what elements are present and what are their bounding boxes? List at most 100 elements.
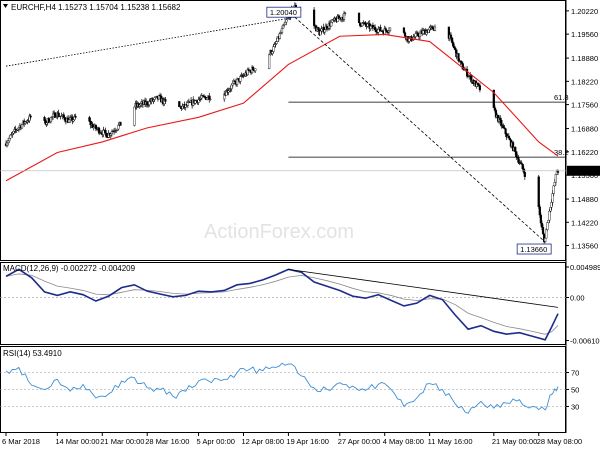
candle-body [373,26,377,31]
candle-body [63,117,66,121]
price-annotation-label: 1.13660 [520,245,547,254]
candle-body [549,207,552,212]
macd-pane [0,262,566,345]
time-tick-label: 6 Mar 2018 [2,437,40,446]
candle-body [457,53,460,62]
current-price-label: 1.15682 [570,167,597,176]
candle-body [12,130,15,134]
candle-body [9,134,12,139]
candle-body [278,33,281,39]
candle-body [344,12,347,14]
candle-body [49,117,53,122]
time-tick-label: 14 Mar 00:00 [55,437,99,446]
candle-body [428,27,431,31]
macd-tick-label: 0.004989 [570,263,600,272]
candle-body [364,22,367,26]
candle-body [358,22,362,26]
candle-body [550,202,553,208]
time-tick-label: 28 Mar 16:00 [145,437,189,446]
chart-svg: ActionForex.com 61.8 38.2 1.20220 1.19560 1… [0,0,600,446]
price-tick-label: 1.19560 [571,30,598,39]
candle-body [164,99,167,102]
candle-body [62,114,65,118]
time-tick-label: 19 Apr 16:00 [286,437,329,446]
candle-body [556,171,560,173]
candle-body [7,140,10,144]
candle-body [109,133,112,136]
candle-body [104,130,107,134]
candle-body [206,97,209,100]
candle-body [384,28,387,31]
candle-body [342,13,346,20]
candle-body [452,42,455,47]
candle-body [231,82,234,86]
time-tick-label: 4 May 08:00 [383,437,424,446]
candle-body [97,127,101,134]
time-tick-label: 21 Mar 00:00 [100,437,144,446]
macd-pane-title: MACD(12,26,9) -0.002272 -0.004209 [3,264,136,273]
price-tick-label: 1.16220 [571,148,598,157]
candle-body [105,132,108,138]
candle-body [551,193,554,203]
candle-body [88,117,91,122]
candle-body [254,68,257,71]
candle-body [252,67,255,71]
price-pane-title: EURCHF,H4 1.15273 1.15704 1.15238 1.1568… [11,3,181,12]
candle-body [548,210,551,221]
candle-body [547,219,550,223]
candle-body [57,112,60,117]
candle-body [239,76,242,82]
watermark: ActionForex.com [204,221,354,243]
candle-body [538,206,541,216]
candle-body [369,25,372,29]
candle-body [379,26,382,32]
candle-body [553,182,556,187]
candle-body [153,97,156,100]
candle-body [117,124,120,130]
candle-body [43,116,46,121]
candle-body [319,30,322,36]
candle-body [181,105,184,109]
fib-level-label: 61.8 [554,93,569,102]
candle-body [317,27,320,31]
candle-body [280,28,284,33]
candle-body [312,9,316,26]
candle-body [186,102,189,106]
candle-body [388,27,392,31]
candle-body [178,101,181,108]
candle-body [119,121,122,126]
candle-body [517,157,520,163]
time-tick-label: 27 Apr 00:00 [338,437,381,446]
price-annotation-label: 1.20040 [270,8,297,17]
candle-body [94,124,97,129]
candle-body [459,60,462,63]
candle-body [45,122,48,125]
candle-body [450,37,454,43]
price-tick-label: 1.16880 [571,125,598,134]
macd-tick-label: -0.006108 [570,337,600,346]
candle-body [504,128,507,135]
candle-body [554,174,557,183]
price-tick-label: 1.18880 [571,54,598,63]
candle-body [330,22,333,27]
candle-body [539,214,542,224]
candle-body [209,98,212,100]
candle-body [431,26,434,30]
candle-body [514,147,517,152]
candle-body [334,17,337,20]
candle-body [552,185,555,194]
candle-body [416,32,419,36]
candle-body [284,21,287,25]
candle-body [545,229,548,239]
rsi-tick-label: 70 [571,369,579,378]
candle-body [197,99,200,103]
price-tick-label: 1.14220 [571,218,598,227]
price-tick-label: 1.14880 [571,195,598,204]
candle-body [68,119,71,123]
macd-tick-label: 0.00 [570,294,585,303]
candle-body [493,107,496,111]
candle-body [323,29,326,33]
rsi-tick-label: 30 [571,403,579,412]
candle-body [540,222,544,228]
candle-body [74,115,77,118]
